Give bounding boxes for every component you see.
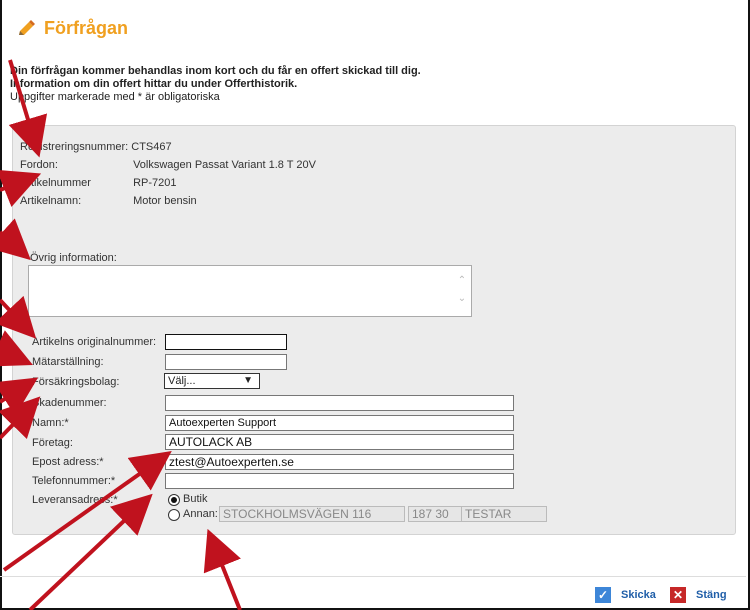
annan-label: Annan: bbox=[183, 508, 218, 520]
annan-city-input[interactable]: TESTAR bbox=[461, 506, 547, 522]
artnr-label: Artikelnummer bbox=[20, 177, 91, 189]
butik-label: Butik bbox=[183, 493, 208, 505]
namn-input[interactable]: Autoexperten Support bbox=[165, 415, 514, 431]
forsak-selected: Välj... bbox=[168, 375, 196, 387]
forsak-label: Försäkringsbolag: bbox=[32, 376, 120, 388]
epost-label: Epost adress:* bbox=[32, 456, 104, 468]
send-button[interactable]: ✓ Skicka bbox=[595, 587, 656, 603]
pencil-icon bbox=[19, 19, 35, 35]
footer-divider bbox=[0, 576, 746, 577]
artnamn-row: Artikelnamn: Motor bensin bbox=[20, 195, 197, 207]
foretag-input[interactable]: AUTOLACK AB bbox=[165, 434, 514, 450]
lev-label: Leveransadress:* bbox=[32, 494, 118, 506]
annan-zip-input[interactable]: 187 30 bbox=[408, 506, 462, 522]
forsak-select[interactable]: Välj... ▼ bbox=[164, 373, 260, 389]
annan-radio[interactable] bbox=[168, 509, 180, 521]
artnr-value: RP-7201 bbox=[133, 177, 177, 189]
artnr-row: Artikelnummer RP-7201 bbox=[20, 177, 176, 189]
epost-input[interactable]: ztest@Autoexperten.se bbox=[165, 454, 514, 470]
message-line-1: Din förfrågan kommer behandlas inom kort… bbox=[10, 65, 421, 77]
checkmark-icon: ✓ bbox=[595, 587, 611, 603]
close-icon: ✕ bbox=[670, 587, 686, 603]
message-line-3: Uppgifter markerade med * är obligatoris… bbox=[10, 91, 220, 103]
fordon-row: Fordon: Volkswagen Passat Variant 1.8 T … bbox=[20, 159, 316, 171]
ovrig-textarea[interactable]: ⌃ ⌄ bbox=[28, 265, 472, 317]
skade-label: Skadenummer: bbox=[32, 397, 107, 409]
reg-row: Registreringsnummer: CTS467 bbox=[20, 141, 172, 153]
ovrig-label: Övrig information: bbox=[30, 252, 117, 264]
fordon-value: Volkswagen Passat Variant 1.8 T 20V bbox=[133, 159, 316, 171]
reg-label: Registreringsnummer: bbox=[20, 141, 129, 153]
fordon-label: Fordon: bbox=[20, 159, 58, 171]
skade-input[interactable] bbox=[165, 395, 514, 411]
close-label: Stäng bbox=[696, 589, 727, 601]
close-button[interactable]: ✕ Stäng bbox=[670, 587, 727, 603]
orig-input[interactable] bbox=[165, 334, 287, 350]
dialog-title: Förfrågan bbox=[16, 18, 128, 39]
artnamn-label: Artikelnamn: bbox=[20, 195, 82, 207]
message-line-2: Information om din offert hittar du unde… bbox=[10, 78, 298, 90]
butik-radio[interactable] bbox=[168, 494, 180, 506]
telefon-label: Telefonnummer:* bbox=[32, 475, 116, 487]
send-label: Skicka bbox=[621, 589, 656, 601]
textarea-scrollbar[interactable]: ⌃ ⌄ bbox=[457, 272, 467, 312]
scroll-up-icon[interactable]: ⌃ bbox=[457, 272, 467, 290]
orig-label: Artikelns originalnummer: bbox=[32, 336, 157, 348]
annan-street-input[interactable]: STOCKHOLMSVÄGEN 116 bbox=[219, 506, 405, 522]
telefon-input[interactable] bbox=[165, 473, 514, 489]
info-message: Din förfrågan kommer behandlas inom kort… bbox=[10, 65, 421, 104]
reg-value: CTS467 bbox=[131, 141, 172, 153]
matar-input[interactable] bbox=[165, 354, 287, 370]
artnamn-value: Motor bensin bbox=[133, 195, 197, 207]
matar-label: Mätarställning: bbox=[32, 356, 104, 368]
foretag-label: Företag: bbox=[32, 437, 73, 449]
chevron-down-icon: ▼ bbox=[243, 375, 253, 386]
namn-label: Namn:* bbox=[32, 417, 69, 429]
scroll-down-icon[interactable]: ⌄ bbox=[457, 290, 467, 308]
title-text: Förfrågan bbox=[44, 18, 129, 38]
